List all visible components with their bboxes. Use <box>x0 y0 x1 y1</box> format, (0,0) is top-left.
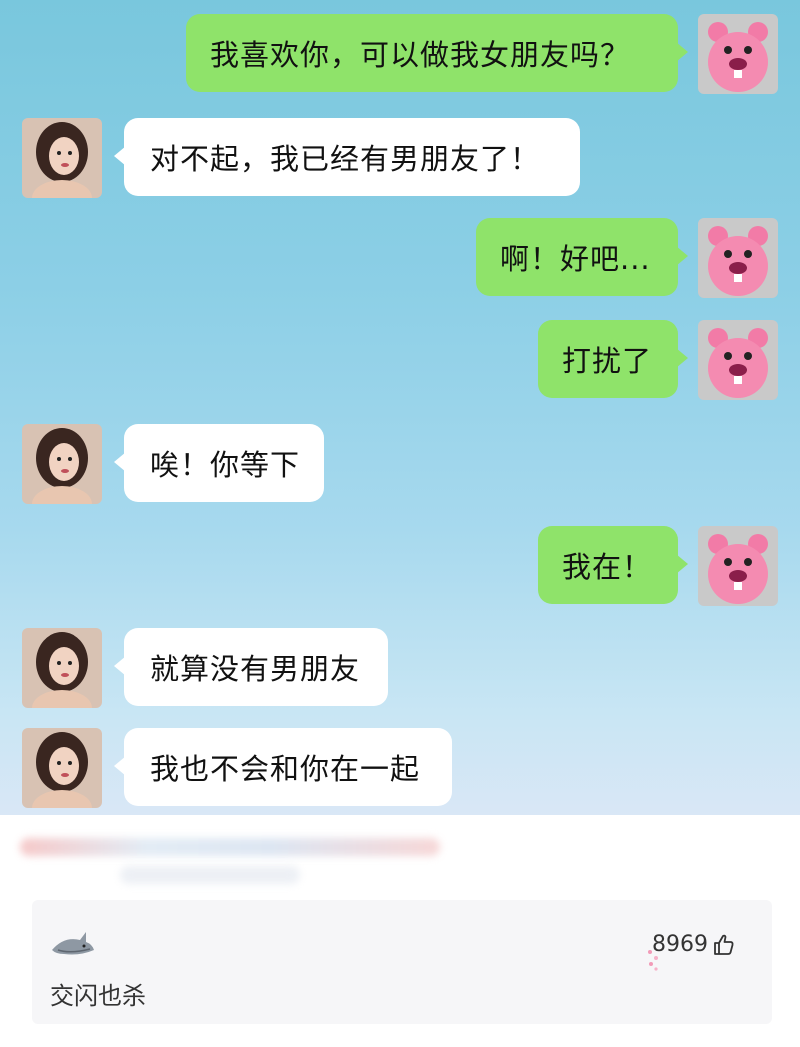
sent-message-bubble: 我喜欢你，可以做我女朋友吗？ <box>186 14 688 92</box>
pink-beaver-avatar[interactable] <box>698 14 778 94</box>
girl-photo-avatar[interactable] <box>22 728 102 808</box>
pink-beaver-avatar[interactable] <box>698 320 778 400</box>
received-message-bubble: 对不起，我已经有男朋友了！ <box>114 118 580 196</box>
like-counter[interactable]: 8969 <box>652 932 736 957</box>
message-row-sent: 打扰了 <box>0 320 800 404</box>
blurred-divider <box>120 866 300 884</box>
received-message-bubble: 我也不会和你在一起 <box>114 728 452 806</box>
chat-screenshot: 我喜欢你，可以做我女朋友吗？ 对不起，我已经有男朋友了！ 啊！好吧... 打扰了… <box>0 0 800 815</box>
message-row-received: 我也不会和你在一起 <box>0 728 800 812</box>
thumbs-up-icon[interactable] <box>712 933 736 957</box>
comment-text: 交闪也杀 <box>50 982 146 1010</box>
message-row-received: 唉！你等下 <box>0 424 800 508</box>
received-message-bubble: 唉！你等下 <box>114 424 324 502</box>
sent-message-bubble: 啊！好吧... <box>476 218 688 296</box>
comment-card: 8969 交闪也杀 <box>32 900 772 1024</box>
shark-avatar-icon[interactable] <box>50 928 96 960</box>
sent-message-bubble: 我在！ <box>538 526 688 604</box>
sent-message-bubble: 打扰了 <box>538 320 688 398</box>
pink-beaver-avatar[interactable] <box>698 218 778 298</box>
message-row-sent: 我喜欢你，可以做我女朋友吗？ <box>0 14 800 98</box>
pink-beaver-avatar[interactable] <box>698 526 778 606</box>
girl-photo-avatar[interactable] <box>22 118 102 198</box>
message-row-sent: 啊！好吧... <box>0 218 800 302</box>
blurred-divider <box>20 838 440 856</box>
received-message-bubble: 就算没有男朋友 <box>114 628 388 706</box>
like-count: 8969 <box>652 932 708 957</box>
girl-photo-avatar[interactable] <box>22 424 102 504</box>
message-row-sent: 我在！ <box>0 526 800 610</box>
message-row-received: 就算没有男朋友 <box>0 628 800 712</box>
girl-photo-avatar[interactable] <box>22 628 102 708</box>
message-row-received: 对不起，我已经有男朋友了！ <box>0 118 800 202</box>
